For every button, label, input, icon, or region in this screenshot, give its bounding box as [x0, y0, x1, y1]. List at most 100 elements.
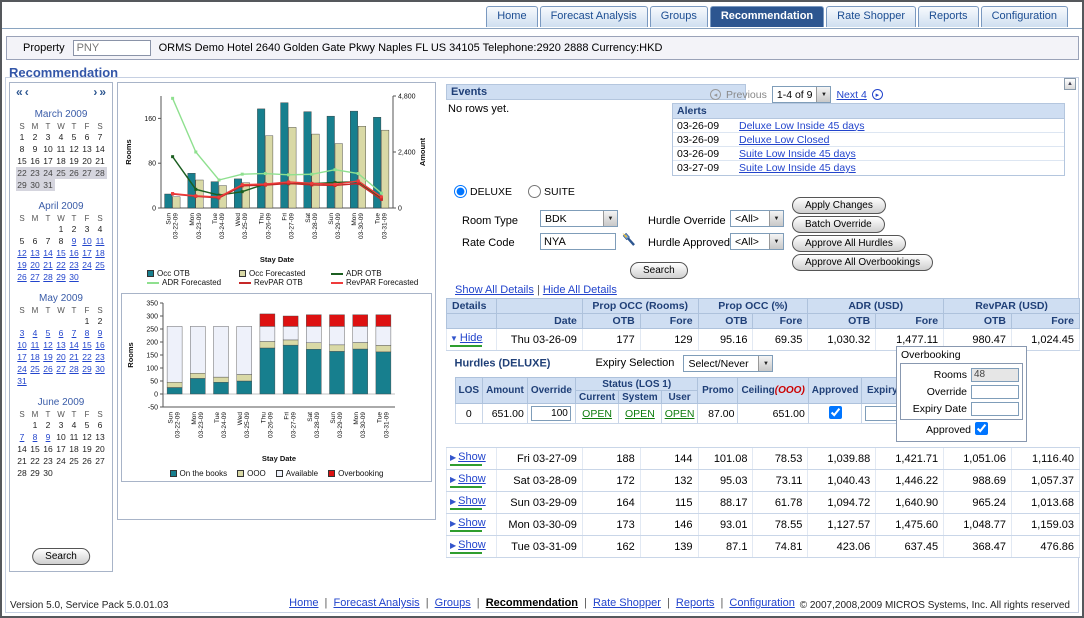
next-page-link[interactable]: Next 4: [836, 89, 866, 101]
show-details-toggle[interactable]: ▶Show: [447, 536, 497, 558]
calendar-day[interactable]: 5: [42, 327, 55, 339]
row-toggle-link[interactable]: Show: [458, 539, 486, 551]
status-system-link[interactable]: OPEN: [625, 408, 655, 420]
calendar-day[interactable]: 19: [68, 155, 81, 167]
row-toggle-link[interactable]: Show: [458, 451, 486, 463]
calendar-day[interactable]: 5: [81, 419, 94, 431]
calendar-day[interactable]: 30: [29, 179, 42, 191]
calendar-day[interactable]: 26: [81, 455, 94, 467]
tab-configuration[interactable]: Configuration: [981, 6, 1068, 27]
calendar-day[interactable]: 13: [29, 247, 42, 259]
calendar-day[interactable]: 23: [94, 351, 107, 363]
calendar-day[interactable]: 18: [55, 155, 68, 167]
calendar-day[interactable]: 8: [81, 327, 94, 339]
deluxe-radio[interactable]: DELUXE: [454, 185, 512, 198]
calendar-day[interactable]: 15: [16, 155, 29, 167]
footer-link-forecast-analysis[interactable]: Forecast Analysis: [333, 597, 419, 609]
show-details-toggle[interactable]: ▶Show: [447, 448, 497, 470]
calendar-day[interactable]: 10: [81, 235, 94, 247]
calendar-day[interactable]: 12: [68, 143, 81, 155]
tab-forecast-analysis[interactable]: Forecast Analysis: [540, 6, 648, 27]
row-toggle-link[interactable]: Hide: [460, 332, 483, 344]
calendar-day[interactable]: 17: [16, 351, 29, 363]
suite-radio[interactable]: SUITE: [528, 185, 575, 198]
calendar-day[interactable]: 27: [29, 271, 42, 283]
calendar-day[interactable]: 25: [55, 167, 68, 179]
calendar-day[interactable]: 3: [55, 419, 68, 431]
calendar-day[interactable]: 1: [29, 419, 42, 431]
calendar-day[interactable]: 10: [42, 143, 55, 155]
calendar-day[interactable]: 16: [42, 443, 55, 455]
calendar-first-icon[interactable]: «: [16, 85, 23, 99]
calendar-day[interactable]: 12: [16, 247, 29, 259]
calendar-day[interactable]: 1: [81, 315, 94, 327]
overbooking-rooms-input[interactable]: [971, 368, 1019, 382]
alert-link[interactable]: Suite Low Inside 45 days: [739, 162, 856, 174]
calendar-day[interactable]: 7: [94, 131, 107, 143]
calendar-day[interactable]: 19: [16, 259, 29, 271]
calendar-day[interactable]: 22: [29, 455, 42, 467]
calendar-day[interactable]: 15: [81, 339, 94, 351]
show-details-toggle[interactable]: ▶Show: [447, 514, 497, 536]
tab-reports[interactable]: Reports: [918, 6, 979, 27]
alert-link[interactable]: Deluxe Low Inside 45 days: [739, 120, 865, 132]
calendar-day[interactable]: 4: [55, 131, 68, 143]
calendar-day[interactable]: 3: [81, 223, 94, 235]
calendar-day[interactable]: 23: [42, 455, 55, 467]
calendar-day[interactable]: 2: [68, 223, 81, 235]
calendar-day[interactable]: 22: [81, 351, 94, 363]
calendar-day[interactable]: 8: [55, 235, 68, 247]
next-page-icon[interactable]: ▸: [872, 89, 883, 100]
calendar-day[interactable]: 11: [68, 431, 81, 443]
calendar-day[interactable]: 19: [81, 443, 94, 455]
calendar-day[interactable]: 23: [29, 167, 42, 179]
calendar-day[interactable]: 2: [42, 419, 55, 431]
calendar-day[interactable]: 9: [68, 235, 81, 247]
scroll-up-button[interactable]: ▲: [1064, 78, 1076, 90]
calendar-day[interactable]: 28: [42, 271, 55, 283]
row-toggle-link[interactable]: Show: [458, 495, 486, 507]
tab-home[interactable]: Home: [486, 6, 537, 27]
calendar-day[interactable]: 18: [94, 247, 107, 259]
calendar-day[interactable]: 14: [68, 339, 81, 351]
calendar-day[interactable]: 28: [68, 363, 81, 375]
footer-link-groups[interactable]: Groups: [435, 597, 471, 609]
hurdle-override-select[interactable]: <All> ▼: [730, 210, 784, 227]
calendar-day[interactable]: 24: [55, 455, 68, 467]
calendar-day[interactable]: 20: [29, 259, 42, 271]
calendar-day[interactable]: 27: [81, 167, 94, 179]
calendar-day[interactable]: 21: [16, 455, 29, 467]
calendar-day[interactable]: 18: [29, 351, 42, 363]
calendar-day[interactable]: 25: [29, 363, 42, 375]
row-toggle-link[interactable]: Show: [458, 517, 486, 529]
rate-code-lookup-flashlight-icon[interactable]: [622, 232, 637, 248]
calendar-day[interactable]: 7: [16, 431, 29, 443]
calendar-day[interactable]: 26: [68, 167, 81, 179]
footer-link-configuration[interactable]: Configuration: [729, 597, 794, 609]
footer-link-home[interactable]: Home: [289, 597, 318, 609]
calendar-day[interactable]: 30: [94, 363, 107, 375]
calendar-day[interactable]: 2: [29, 131, 42, 143]
tab-groups[interactable]: Groups: [650, 6, 708, 27]
property-code-input[interactable]: [73, 40, 151, 56]
calendar-day[interactable]: 3: [16, 327, 29, 339]
calendar-day[interactable]: 6: [55, 327, 68, 339]
overbooking-expiry-input[interactable]: [971, 402, 1019, 416]
calendar-day[interactable]: 29: [29, 467, 42, 479]
hurdle-approved-checkbox[interactable]: [829, 406, 842, 419]
calendar-last-icon[interactable]: »: [99, 85, 106, 99]
calendar-day[interactable]: 8: [29, 431, 42, 443]
approve-all-overbookings-button[interactable]: Approve All Overbookings: [792, 254, 933, 271]
calendar-day[interactable]: 5: [68, 131, 81, 143]
calendar-day[interactable]: 12: [81, 431, 94, 443]
calendar-day[interactable]: 16: [68, 247, 81, 259]
calendar-day[interactable]: 8: [16, 143, 29, 155]
calendar-day[interactable]: 21: [68, 351, 81, 363]
calendar-day[interactable]: 6: [81, 131, 94, 143]
calendar-day[interactable]: 7: [42, 235, 55, 247]
calendar-day[interactable]: 7: [68, 327, 81, 339]
calendar-day[interactable]: 20: [81, 155, 94, 167]
page-range-select[interactable]: 1-4 of 9 ▼: [772, 86, 832, 103]
show-details-toggle[interactable]: ▶Show: [447, 492, 497, 514]
override-input[interactable]: [531, 406, 571, 421]
